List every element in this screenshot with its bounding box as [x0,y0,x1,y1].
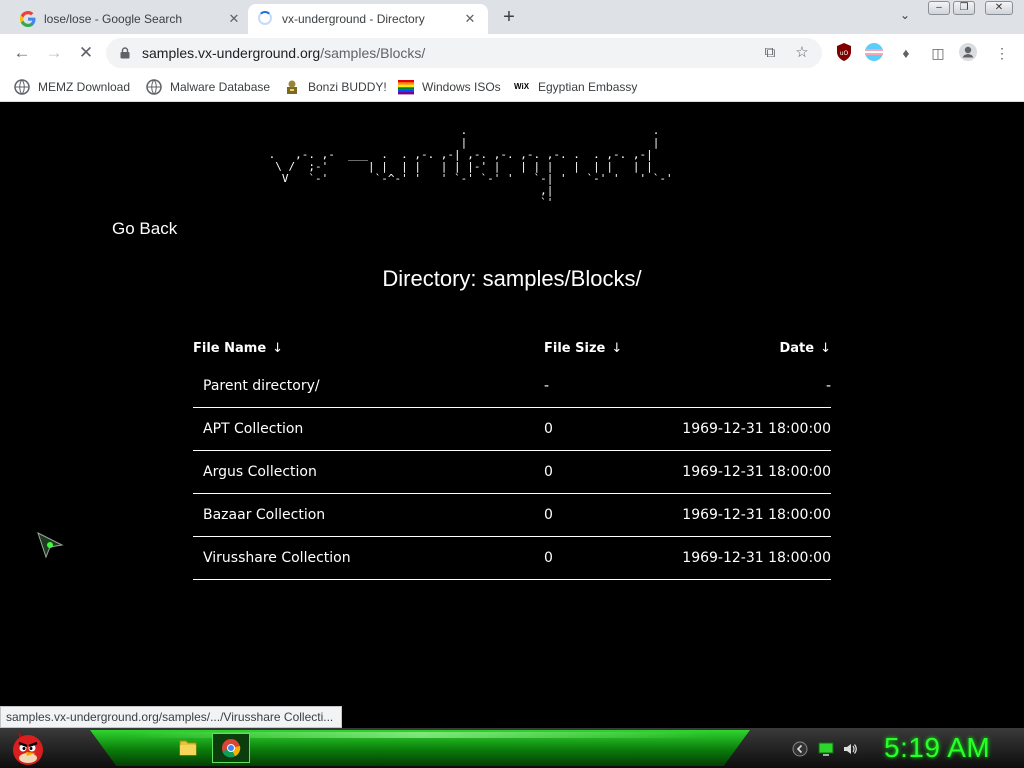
volume-speaker-icon[interactable] [842,741,858,757]
file-date: 1969-12-31 18:00:00 [644,493,831,537]
table-header-row: File Name ↓ File Size ↓ Date ↓ [193,331,831,365]
column-header-file-size[interactable]: File Size ↓ [544,331,644,365]
column-header-file-name[interactable]: File Name ↓ [193,331,544,365]
file-date: 1969-12-31 18:00:00 [644,407,831,451]
minimize-button[interactable]: – [928,1,950,15]
side-panel-icon[interactable]: ◫ [928,43,948,63]
url-host: samples.vx-underground.org [142,45,321,61]
file-size: 0 [544,536,644,580]
file-explorer-taskbar-button[interactable] [168,733,206,763]
sort-arrow-icon: ↓ [611,340,623,356]
close-tab-icon[interactable]: ✕ [226,11,242,27]
table-row: APT Collection 0 1969-12-31 18:00:00 [193,407,831,451]
google-icon [20,11,36,27]
forward-arrow-icon[interactable]: → [42,41,66,65]
wix-icon: WiX [514,82,530,91]
lock-icon [120,47,130,59]
header-label: File Name [193,340,267,356]
new-tab-button[interactable]: + [498,6,520,28]
bookmark-label: Egyptian Embassy [538,80,638,94]
show-hidden-icons-icon[interactable] [792,741,808,757]
extensions-puzzle-icon[interactable]: ♦ [896,43,916,63]
restore-button[interactable]: ❐ [953,1,975,15]
tab-title: lose/lose - Google Search [44,12,183,26]
file-size: - [544,365,644,408]
file-size: 0 [544,450,644,494]
loading-spinner-icon [258,11,272,25]
header-label: File Size [544,340,606,356]
file-date: 1969-12-31 18:00:00 [644,450,831,494]
sort-arrow-icon: ↓ [820,340,831,356]
tab-search-chevron-icon[interactable]: ⌄ [896,8,914,26]
table-row: Bazaar Collection 0 1969-12-31 18:00:00 [193,493,831,537]
link-status-bubble: samples.vx-underground.org/samples/.../V… [0,706,343,728]
profile-avatar-icon[interactable] [958,42,978,62]
bookmarks-bar: MEMZ Download Malware Database Bonzi BUD… [0,72,1024,102]
url-text: samples.vx-underground.org/samples/Block… [142,45,425,61]
go-back-link[interactable]: Go Back [112,219,177,239]
folder-icon [179,740,197,756]
browser-toolbar: ← → ✕ samples.vx-underground.org/samples… [0,34,1024,72]
bookmark-star-icon[interactable]: ☆ [792,43,812,63]
globe-icon [146,79,162,95]
back-arrow-icon[interactable]: ← [10,41,34,65]
bookmark-memz[interactable]: MEMZ Download [14,78,130,96]
file-listing-table: File Name ↓ File Size ↓ Date ↓ Parent direc… [193,331,831,580]
chrome-icon [222,739,241,758]
file-date: - [644,365,831,408]
svg-text:uO: uO [840,50,849,57]
trans-flag-extension-icon[interactable] [864,42,884,62]
file-name-link[interactable]: Parent directory/ [193,365,544,408]
column-header-date[interactable]: Date ↓ [644,331,831,365]
vx-underground-ascii-logo: . . | | . ,-. ,- ___ . . ,-. ,-| ,-. ,-.… [268,124,673,209]
tab-vx-underground[interactable]: vx-underground - Directory ✕ [248,4,488,34]
close-tab-icon[interactable]: ✕ [462,11,478,27]
tab-google-search[interactable]: lose/lose - Google Search ✕ [8,4,246,34]
file-name-link[interactable]: Virusshare Collection [193,536,544,580]
taskbar: 5:19 AM [0,728,1024,768]
close-window-button[interactable]: ✕ [985,1,1013,15]
file-name-link[interactable]: APT Collection [193,407,544,451]
bookmark-malware-database[interactable]: Malware Database [146,78,270,96]
file-size: 0 [544,493,644,537]
url-path: /samples/Blocks/ [320,45,426,61]
header-label: Date [779,340,815,356]
bookmark-label: Windows ISOs [422,80,501,94]
tab-strip: lose/lose - Google Search ✕ vx-undergrou… [0,0,1024,34]
file-size: 0 [544,407,644,451]
tab-title: vx-underground - Directory [282,12,425,26]
sort-arrow-icon: ↓ [272,340,284,356]
bookmark-label: MEMZ Download [38,80,131,94]
kebab-menu-icon[interactable]: ⋮ [992,43,1012,63]
angry-bird-start-button-icon[interactable] [8,728,48,768]
bookmark-label: Bonzi BUDDY! [308,80,387,94]
address-bar[interactable]: samples.vx-underground.org/samples/Block… [106,38,822,68]
network-icon[interactable] [818,741,834,757]
bookmark-windows-isos[interactable]: Windows ISOs [398,78,501,96]
table-row: Parent directory/ - - [193,365,831,408]
rainbow-flag-icon [398,80,414,95]
share-icon[interactable]: ⧉ [760,43,780,63]
mouse-cursor-icon [37,532,64,559]
taskbar-clock[interactable]: 5:19 AM [884,732,990,764]
bookmark-egyptian-embassy[interactable]: WiX Egyptian Embassy [514,78,637,96]
table-row: Virusshare Collection 0 1969-12-31 18:00… [193,536,831,580]
table-row: Argus Collection 0 1969-12-31 18:00:00 [193,450,831,494]
file-date: 1969-12-31 18:00:00 [644,536,831,580]
file-name-link[interactable]: Bazaar Collection [193,493,544,537]
bookmark-label: Malware Database [170,80,271,94]
ublock-origin-icon[interactable]: uO [834,42,854,62]
stop-loading-icon[interactable]: ✕ [74,41,98,65]
bookmark-bonzi-buddy[interactable]: Bonzi BUDDY! [284,78,387,96]
page-content: . . | | . ,-. ,- ___ . . ,-. ,-| ,-. ,-.… [0,103,1024,728]
directory-title: Directory: samples/Blocks/ [382,266,642,291]
file-name-link[interactable]: Argus Collection [193,450,544,494]
bonzi-icon [287,80,297,94]
globe-icon [14,79,30,95]
chrome-taskbar-button[interactable] [212,733,250,763]
